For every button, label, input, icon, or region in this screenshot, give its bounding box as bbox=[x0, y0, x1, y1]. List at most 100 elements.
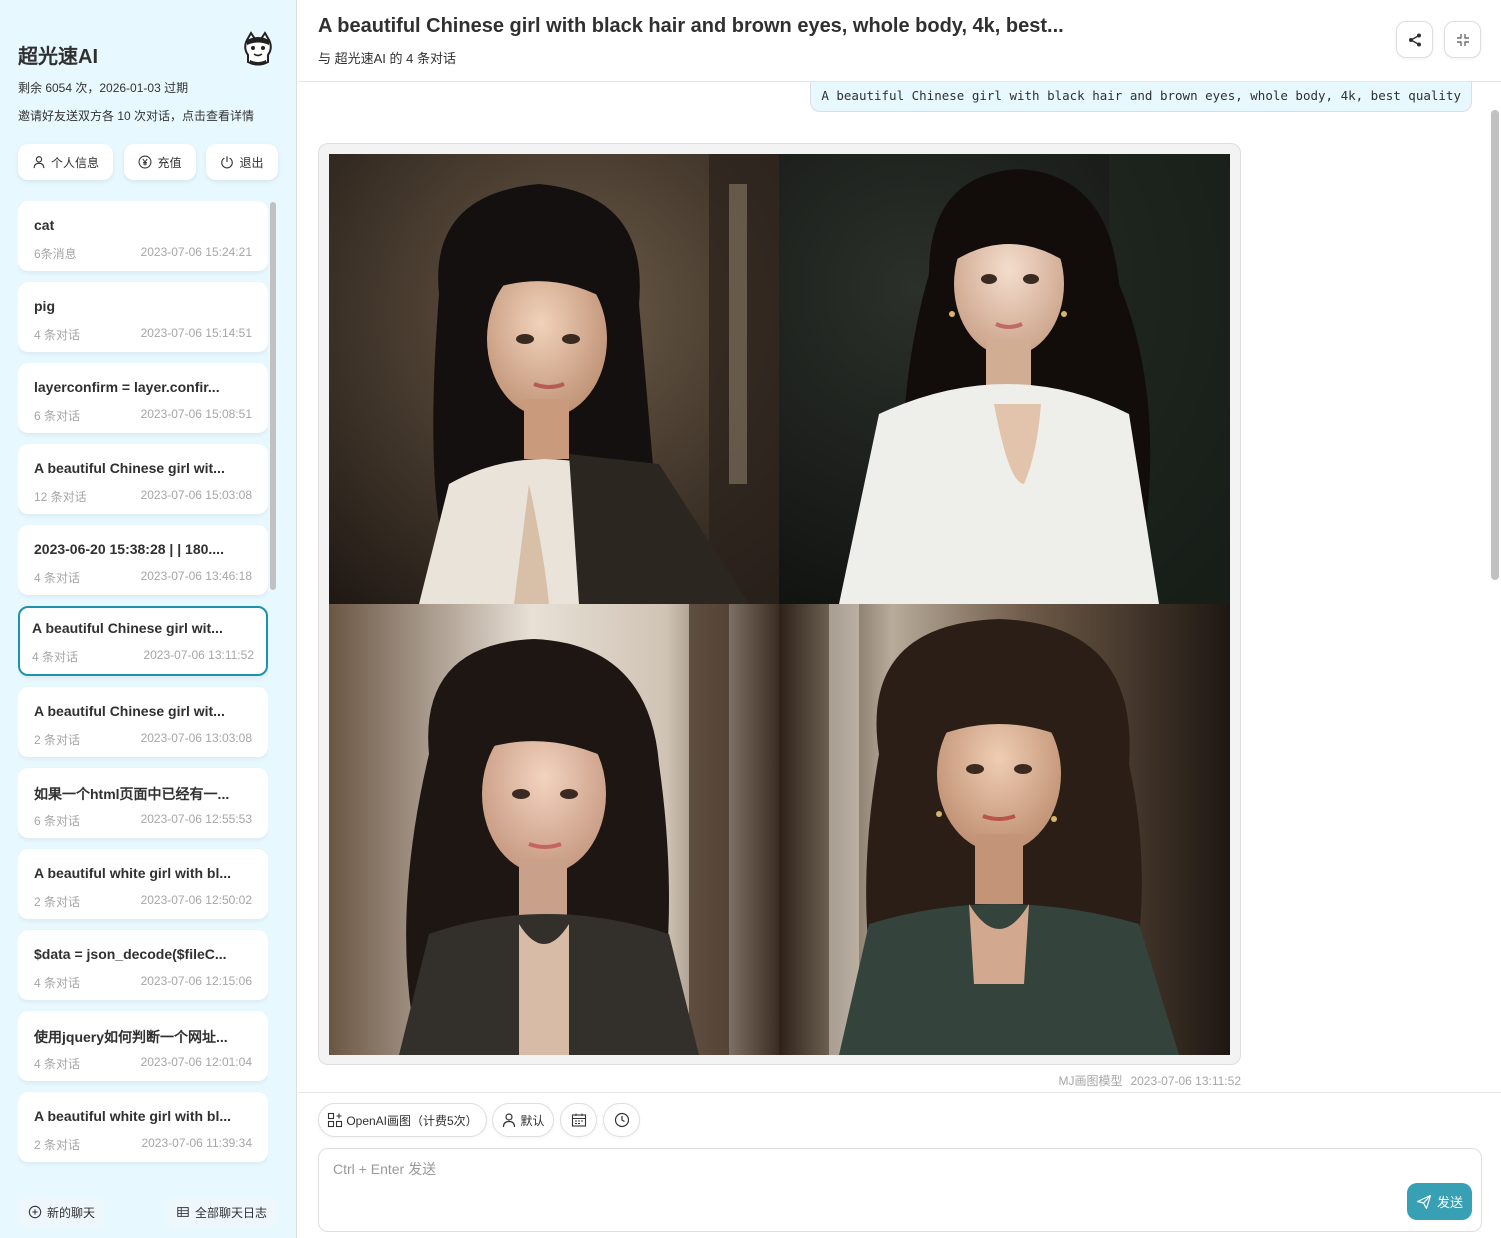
bot-message-date: 2023-07-06 13:11:52 bbox=[1130, 1074, 1241, 1088]
plus-circle-icon bbox=[28, 1205, 42, 1219]
chat-item-title: A beautiful Chinese girl wit... bbox=[34, 703, 225, 719]
collapse-icon bbox=[1456, 33, 1469, 46]
bot-message bbox=[318, 143, 1241, 1065]
chat-list-item[interactable]: $data = json_decode($fileC... 4 条对话 2023… bbox=[18, 930, 268, 1000]
chat-list-item[interactable]: cat 6条消息 2023-07-06 15:24:21 bbox=[18, 201, 268, 271]
calendar-icon bbox=[571, 1113, 586, 1127]
chat-item-title: 如果一个html页面中已经有一... bbox=[34, 786, 230, 802]
messages-scrollbar[interactable] bbox=[1491, 110, 1499, 580]
generated-image-1[interactable] bbox=[329, 154, 779, 604]
send-icon bbox=[1416, 1194, 1432, 1209]
model-chip-label: OpenAI画图（计费5次） bbox=[346, 1113, 478, 1128]
sidebar: 超光速AI 剩余 6054 次，2026-01-03 过期 邀请好友送双方各 1… bbox=[0, 0, 297, 1238]
invite-link[interactable]: 邀请好友送双方各 10 次对话，点击查看详情 bbox=[18, 107, 254, 124]
chat-item-date: 2023-07-06 13:03:08 bbox=[140, 731, 252, 745]
chat-item-count: 4 条对话 bbox=[34, 328, 81, 342]
chat-list-item[interactable]: A beautiful white girl with bl... 2 条对话 … bbox=[18, 1092, 268, 1162]
chat-item-title: cat bbox=[34, 217, 55, 233]
message-input[interactable] bbox=[318, 1148, 1482, 1232]
chat-item-date: 2023-07-06 13:11:52 bbox=[143, 648, 254, 662]
calendar-button[interactable] bbox=[560, 1103, 597, 1137]
chat-item-count: 2 条对话 bbox=[34, 733, 81, 747]
send-button[interactable]: 发送 bbox=[1407, 1183, 1472, 1220]
generated-image-3[interactable] bbox=[329, 604, 779, 1055]
logout-button[interactable]: 退出 bbox=[206, 144, 278, 180]
clock-icon bbox=[614, 1112, 629, 1128]
profile-label: 个人信息 bbox=[50, 155, 99, 170]
chat-item-date: 2023-07-06 12:01:04 bbox=[140, 1055, 252, 1069]
chat-item-date: 2023-07-06 15:03:08 bbox=[140, 488, 252, 502]
all-chat-logs-label: 全部聊天日志 bbox=[195, 1205, 268, 1220]
chat-list-item[interactable]: A beautiful Chinese girl wit... 12 条对话 2… bbox=[18, 444, 268, 514]
chat-item-title: 使用jquery如何判断一个网址... bbox=[34, 1029, 228, 1045]
chat-item-date: 2023-07-06 15:14:51 bbox=[140, 326, 252, 340]
chat-list-item[interactable]: pig 4 条对话 2023-07-06 15:14:51 bbox=[18, 282, 268, 352]
chat-main: A beautiful Chinese girl with black hair… bbox=[298, 0, 1501, 1238]
user-message: A beautiful Chinese girl with black hair… bbox=[810, 82, 1472, 112]
chat-list-item[interactable]: 使用jquery如何判断一个网址... 4 条对话 2023-07-06 12:… bbox=[18, 1011, 268, 1081]
chat-item-date: 2023-07-06 12:50:02 bbox=[140, 893, 252, 907]
chat-subtitle: 与 超光速AI 的 4 条对话 bbox=[318, 51, 456, 66]
share-button[interactable] bbox=[1396, 21, 1433, 58]
chat-item-date: 2023-07-06 15:08:51 bbox=[140, 407, 252, 421]
chat-item-count: 6 条对话 bbox=[34, 409, 81, 423]
power-icon bbox=[221, 156, 234, 169]
generated-image-2[interactable] bbox=[779, 154, 1230, 604]
chat-list-item[interactable]: A beautiful Chinese girl wit... 2 条对话 20… bbox=[18, 687, 268, 757]
chat-item-title: pig bbox=[34, 298, 55, 314]
recharge-label: 充值 bbox=[157, 155, 182, 170]
chat-item-date: 2023-07-06 13:46:18 bbox=[140, 569, 252, 583]
chat-item-title: A beautiful white girl with bl... bbox=[34, 1108, 232, 1124]
quota-text: 剩余 6054 次，2026-01-03 过期 bbox=[18, 81, 189, 95]
chat-item-count: 2 条对话 bbox=[34, 895, 81, 909]
collapse-button[interactable] bbox=[1444, 21, 1481, 58]
profile-button[interactable]: 个人信息 bbox=[18, 144, 113, 180]
chat-list-item[interactable]: A beautiful white girl with bl... 2 条对话 … bbox=[18, 849, 268, 919]
chat-list-item[interactable]: 2023-06-20 15:38:28 | | 180.... 4 条对话 20… bbox=[18, 525, 268, 595]
app-logo-icon bbox=[241, 30, 275, 66]
history-button[interactable] bbox=[603, 1103, 640, 1137]
table-icon bbox=[177, 1207, 189, 1217]
input-panel: OpenAI画图（计费5次） 默认 发送 bbox=[298, 1092, 1501, 1238]
chat-item-date: 2023-07-06 15:24:21 bbox=[140, 245, 252, 259]
chat-item-title: layerconfirm = layer.confir... bbox=[34, 379, 220, 395]
chat-item-count: 6条消息 bbox=[34, 247, 77, 261]
bot-message-meta: MJ画图模型 2023-07-06 13:11:52 bbox=[298, 1072, 1241, 1089]
chat-title: A beautiful Chinese girl with black hair… bbox=[318, 15, 1064, 37]
chat-header: A beautiful Chinese girl with black hair… bbox=[298, 0, 1501, 82]
chat-item-date: 2023-07-06 12:55:53 bbox=[140, 812, 252, 826]
app-title: 超光速AI bbox=[18, 46, 98, 68]
user-icon bbox=[503, 1113, 516, 1128]
new-chat-label: 新的聊天 bbox=[47, 1205, 96, 1220]
chat-item-date: 2023-07-06 12:15:06 bbox=[140, 974, 252, 988]
chat-item-count: 4 条对话 bbox=[34, 976, 81, 990]
chat-item-count: 12 条对话 bbox=[34, 490, 87, 504]
chat-history-list: cat 6条消息 2023-07-06 15:24:21 pig 4 条对话 2… bbox=[18, 201, 268, 1176]
new-chat-button[interactable]: 新的聊天 bbox=[18, 1197, 106, 1227]
grid-plus-icon bbox=[328, 1112, 343, 1128]
recharge-button[interactable]: 充值 bbox=[124, 144, 196, 180]
chat-item-title: A beautiful white girl with bl... bbox=[34, 865, 232, 881]
chat-item-count: 4 条对话 bbox=[32, 650, 79, 664]
share-icon bbox=[1408, 33, 1421, 46]
all-chat-logs-button[interactable]: 全部聊天日志 bbox=[166, 1197, 278, 1227]
generated-image-4[interactable] bbox=[779, 604, 1230, 1055]
bot-model-label: MJ画图模型 bbox=[1058, 1074, 1123, 1088]
model-chip-openai-draw[interactable]: OpenAI画图（计费5次） bbox=[318, 1103, 487, 1137]
chat-list-item[interactable]: layerconfirm = layer.confir... 6 条对话 202… bbox=[18, 363, 268, 433]
chat-item-count: 6 条对话 bbox=[34, 814, 81, 828]
chat-item-title: $data = json_decode($fileC... bbox=[34, 946, 227, 962]
chat-item-title: 2023-06-20 15:38:28 | | 180.... bbox=[34, 541, 224, 557]
sidebar-scrollbar[interactable] bbox=[270, 202, 276, 590]
chat-list-item-selected[interactable]: A beautiful Chinese girl wit... 4 条对话 20… bbox=[18, 606, 268, 676]
chat-item-title: A beautiful Chinese girl wit... bbox=[34, 460, 225, 476]
role-chip-default[interactable]: 默认 bbox=[492, 1103, 554, 1137]
chat-list-item[interactable]: 如果一个html页面中已经有一... 6 条对话 2023-07-06 12:5… bbox=[18, 768, 268, 838]
yen-icon bbox=[139, 155, 152, 169]
generated-image-grid[interactable] bbox=[329, 154, 1230, 1055]
role-chip-label: 默认 bbox=[520, 1113, 545, 1128]
chat-item-count: 4 条对话 bbox=[34, 571, 81, 585]
logout-label: 退出 bbox=[239, 155, 264, 170]
chat-item-date: 2023-07-06 11:39:34 bbox=[141, 1136, 252, 1150]
chat-item-title: A beautiful Chinese girl wit... bbox=[32, 620, 223, 636]
